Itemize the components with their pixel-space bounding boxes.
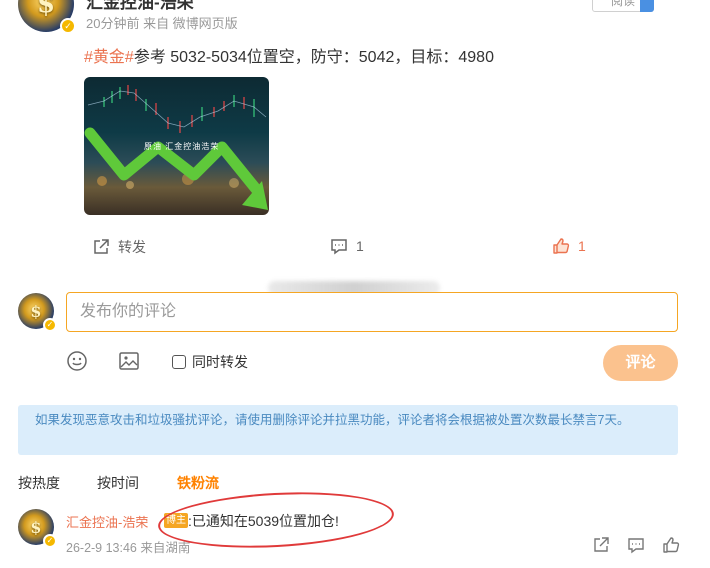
verified-badge-icon: ✓ xyxy=(43,534,57,548)
comment-icon xyxy=(628,538,644,554)
comment-action[interactable]: 1 xyxy=(330,237,364,255)
post-meta: 20分钟前 来自 微博网页版 xyxy=(86,16,238,31)
submit-comment-button[interactable]: 评论 xyxy=(603,345,678,381)
commenter-avatar[interactable]: $ ✓ xyxy=(18,509,57,548)
post-image[interactable]: 原油 汇金控油浩荣 xyxy=(84,77,269,215)
also-repost-option[interactable]: 同时转发 xyxy=(172,352,248,372)
comment-reply-button[interactable] xyxy=(627,536,645,559)
comment-input[interactable] xyxy=(66,292,678,332)
comment-meta: 26-2-9 13:46 来自湖南 xyxy=(66,541,191,555)
checkbox-icon[interactable] xyxy=(172,355,186,369)
red-annotation-ellipse xyxy=(156,486,396,554)
current-user-avatar[interactable]: $ ✓ xyxy=(18,293,57,332)
emoji-button[interactable] xyxy=(66,350,88,377)
author-avatar[interactable]: $ ✓ xyxy=(18,0,76,34)
share-icon xyxy=(94,239,109,254)
comment-like-button[interactable] xyxy=(662,536,680,559)
image-upload-button[interactable] xyxy=(118,350,140,377)
moderation-notice: 如果发现恶意攻击和垃圾骚扰评论，请使用删除评论并拉黑功能，评论者将会根据被处置次… xyxy=(18,405,678,455)
hashtag-link[interactable]: #黄金# xyxy=(84,49,134,66)
comment-repost-button[interactable] xyxy=(592,536,610,559)
sort-tab-hot[interactable]: 按热度 xyxy=(18,473,60,493)
comment-count: 1 xyxy=(356,238,364,254)
like-icon xyxy=(663,537,680,553)
post-body: 参考 5032-5034位置空，防守：5042，目标：4980 xyxy=(133,49,494,66)
like-action[interactable]: 1 xyxy=(552,237,586,255)
share-icon xyxy=(594,537,609,552)
follow-button[interactable]: 阅读 xyxy=(592,0,654,12)
comment-icon xyxy=(331,239,347,255)
sort-tab-fans[interactable]: 铁粉流 xyxy=(177,473,219,493)
verified-badge-icon: ✓ xyxy=(60,18,76,34)
verified-badge-icon: ✓ xyxy=(43,318,57,332)
like-icon xyxy=(553,238,570,254)
post-text: #黄金#参考 5032-5034位置空，防守：5042，目标：4980 xyxy=(84,43,494,67)
emoji-icon xyxy=(67,351,87,371)
image-icon xyxy=(119,352,139,370)
image-caption: 原油 汇金控油浩荣 xyxy=(144,142,220,151)
like-count: 1 xyxy=(578,238,586,254)
repost-action[interactable]: 转发 xyxy=(92,237,146,257)
also-repost-label: 同时转发 xyxy=(192,354,248,370)
sort-tab-time[interactable]: 按时间 xyxy=(97,473,139,493)
repost-label: 转发 xyxy=(118,239,146,255)
commenter-name[interactable]: 汇金控油-浩荣 xyxy=(66,512,148,531)
author-name[interactable]: 汇金控油-浩荣 xyxy=(86,0,194,13)
